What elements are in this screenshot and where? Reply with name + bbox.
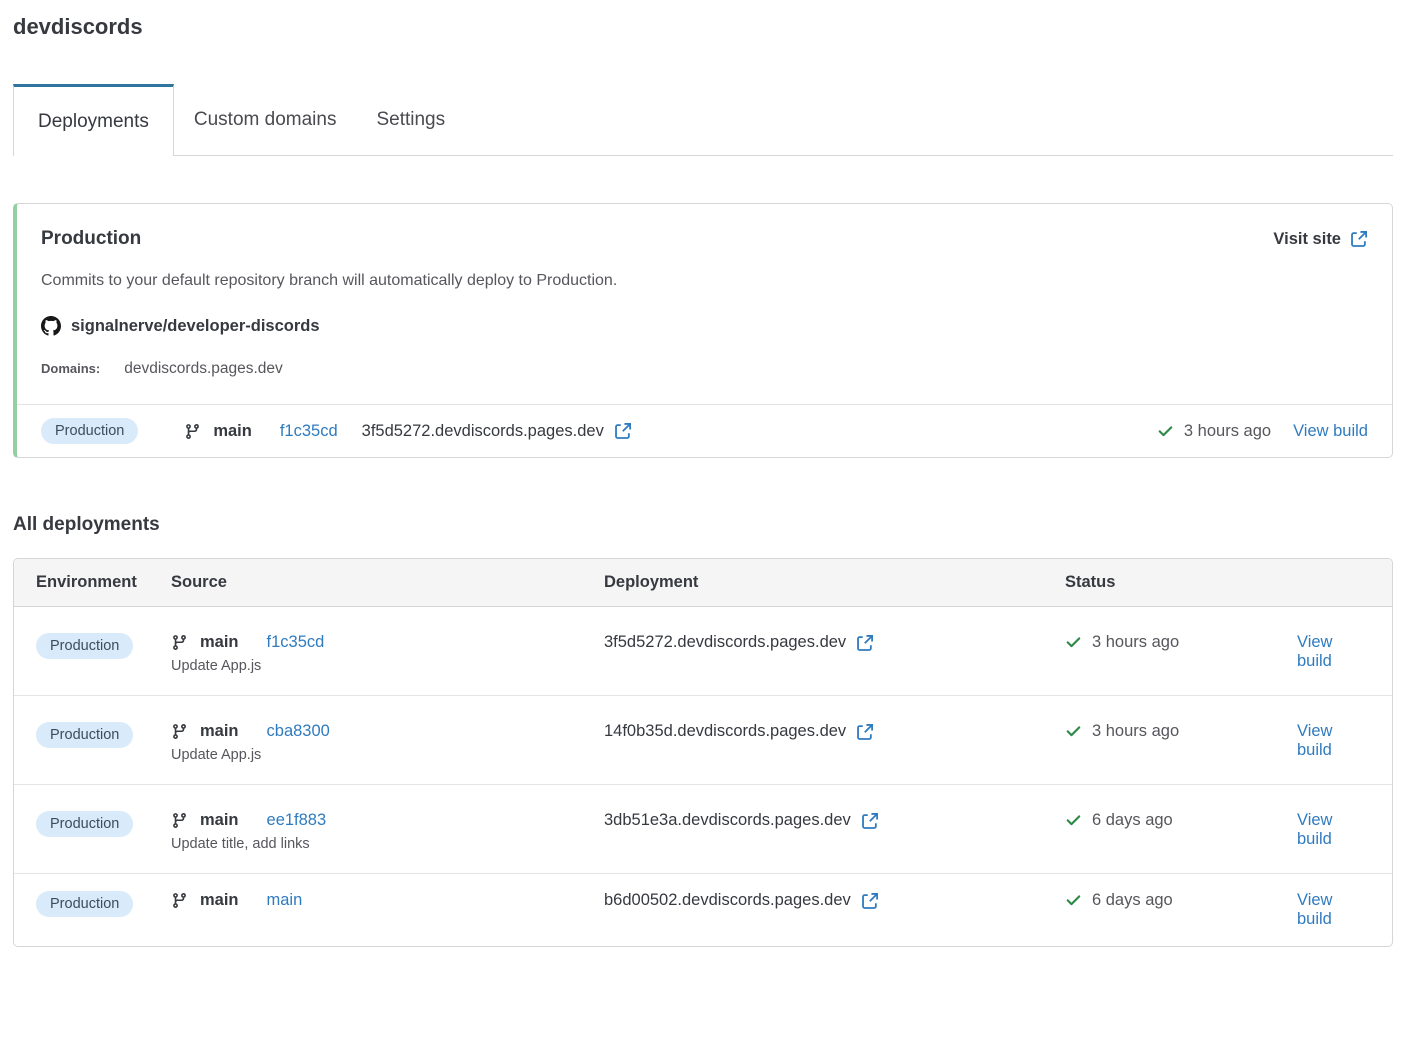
view-build-link[interactable]: View build [1297,722,1370,760]
status-cell: 6 days ago [1065,891,1297,910]
check-icon [1157,423,1174,440]
deployment-url: 3f5d5272.devdiscords.pages.dev [604,633,846,652]
environment-badge: Production [36,633,133,659]
tab-settings-label: Settings [376,109,445,131]
domains-value: devdiscords.pages.dev [124,360,283,378]
view-build-link[interactable]: View build [1297,811,1370,849]
table-header-row: Environment Source Deployment Status [14,559,1392,607]
column-source: Source [171,573,604,592]
branch-name: main [213,422,252,441]
tab-deployments[interactable]: Deployments [13,84,174,156]
branch-name: main [200,811,239,830]
domains-row: Domains: devdiscords.pages.dev [41,360,1368,378]
git-branch-icon [184,423,201,440]
column-status: Status [1065,573,1297,592]
environment-badge: Production [36,722,133,748]
external-link-icon[interactable] [614,422,632,440]
git-branch-icon [171,723,188,740]
deployment-url: 3db51e3a.devdiscords.pages.dev [604,811,851,830]
git-branch-icon [171,812,188,829]
deployment-url-group: 3f5d5272.devdiscords.pages.dev [362,422,632,441]
external-link-icon [1350,230,1368,248]
production-card-title: Production [41,228,141,250]
status-cell: 3 hours ago [1065,722,1297,741]
domains-label: Domains: [41,361,100,376]
deployment-cell: 3f5d5272.devdiscords.pages.dev [604,633,1065,652]
status-time: 6 days ago [1092,811,1173,830]
view-build-link[interactable]: View build [1297,633,1370,671]
status-time: 3 hours ago [1184,422,1271,441]
tab-deployments-label: Deployments [38,111,149,133]
deployments-table: Environment Source Deployment Status Pro… [13,558,1393,947]
column-deployment: Deployment [604,573,1065,592]
source-cell: main f1c35cd Update App.js [171,633,604,674]
source-cell: main main [171,891,604,910]
commit-link[interactable]: main [267,891,303,910]
view-build-link[interactable]: View build [1297,891,1370,929]
branch-name: main [200,722,239,741]
visit-site-label: Visit site [1273,230,1341,249]
status-cell: 6 days ago [1065,811,1297,830]
table-row: Production main ee1f883 Update title, ad… [14,785,1392,874]
table-row: Production main cba8300 Update App.js 14… [14,696,1392,785]
tab-settings[interactable]: Settings [356,84,465,155]
git-branch-icon [171,892,188,909]
check-icon [1065,892,1082,909]
column-environment: Environment [36,573,171,592]
commit-message: Update title, add links [171,836,604,852]
environment-badge: Production [36,891,133,917]
status-cell: 3 hours ago [1065,633,1297,652]
page-title: devdiscords [13,14,1393,40]
git-branch-icon [171,634,188,651]
table-row: Production main f1c35cd Update App.js 3f… [14,607,1392,696]
external-link-icon[interactable] [861,812,879,830]
status-time: 3 hours ago [1092,722,1179,741]
environment-badge: Production [41,418,138,444]
view-build-link[interactable]: View build [1293,422,1368,441]
branch-name: main [200,891,239,910]
source-cell: main ee1f883 Update title, add links [171,811,604,852]
production-deployment-row: Production main f1c35cd 3f5d5272.devdisc… [17,404,1392,457]
external-link-icon[interactable] [856,634,874,652]
pages-project-page: devdiscords Deployments Custom domains S… [0,0,1413,947]
commit-link[interactable]: cba8300 [267,722,330,741]
visit-site-link[interactable]: Visit site [1273,230,1368,249]
tab-custom-domains[interactable]: Custom domains [174,84,357,155]
deployment-url: 14f0b35d.devdiscords.pages.dev [604,722,846,741]
check-icon [1065,723,1082,740]
deployment-url: 3f5d5272.devdiscords.pages.dev [362,422,604,441]
external-link-icon[interactable] [861,892,879,910]
github-icon [41,316,61,336]
table-row: Production main main b6d00502.devdiscord… [14,874,1392,946]
production-card: Production Visit site Commits to your de… [13,203,1393,458]
status-time: 3 hours ago [1092,633,1179,652]
repo-name: signalnerve/developer-discords [71,317,320,336]
external-link-icon[interactable] [856,723,874,741]
status-time: 6 days ago [1092,891,1173,910]
production-description: Commits to your default repository branc… [41,272,1368,290]
source-group: main f1c35cd [184,422,337,441]
tab-custom-domains-label: Custom domains [194,109,337,131]
tab-bar: Deployments Custom domains Settings [13,84,1393,156]
repo-row: signalnerve/developer-discords [41,316,1368,336]
status-group: 3 hours ago View build [1157,422,1368,441]
commit-message: Update App.js [171,658,604,674]
commit-link[interactable]: f1c35cd [267,633,325,652]
branch-name: main [200,633,239,652]
commit-message: Update App.js [171,747,604,763]
deployment-cell: 3db51e3a.devdiscords.pages.dev [604,811,1065,830]
check-icon [1065,812,1082,829]
source-cell: main cba8300 Update App.js [171,722,604,763]
commit-link[interactable]: ee1f883 [267,811,327,830]
check-icon [1065,634,1082,651]
deployment-cell: b6d00502.devdiscords.pages.dev [604,891,1065,910]
all-deployments-title: All deployments [13,514,1393,536]
deployment-cell: 14f0b35d.devdiscords.pages.dev [604,722,1065,741]
commit-link[interactable]: f1c35cd [280,422,338,441]
deployment-url: b6d00502.devdiscords.pages.dev [604,891,851,910]
environment-badge: Production [36,811,133,837]
